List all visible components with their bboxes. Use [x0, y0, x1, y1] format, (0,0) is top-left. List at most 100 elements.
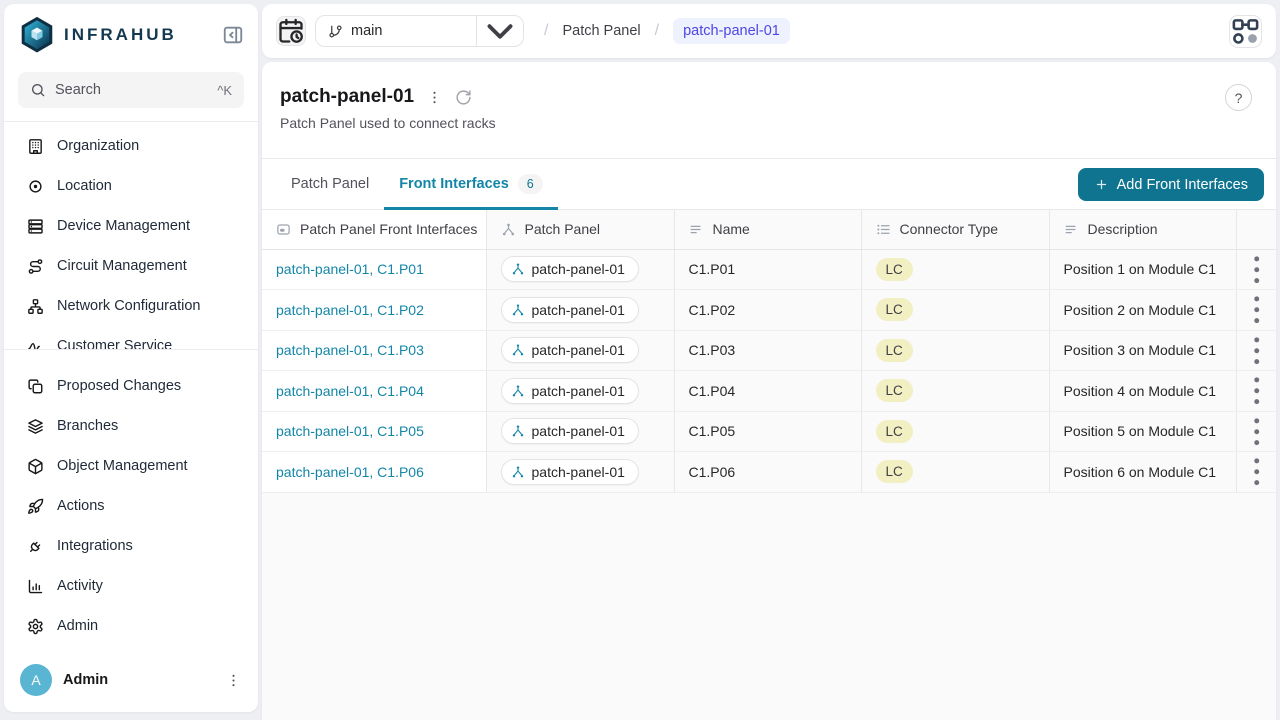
- rocket-icon: [27, 498, 44, 515]
- hierarchy-icon: [511, 262, 525, 276]
- sidebar-item-organization[interactable]: Organization: [18, 126, 244, 166]
- search-placeholder: Search: [55, 82, 208, 98]
- patch-panel-chip[interactable]: patch-panel-01: [501, 418, 639, 444]
- front-interface-link[interactable]: patch-panel-01, C1.P03: [276, 342, 424, 358]
- branch-dropdown-toggle[interactable]: [476, 16, 523, 46]
- layers-icon: [27, 418, 44, 435]
- tab-bar: Patch Panel Front Interfaces 6 Add Front…: [262, 159, 1276, 210]
- breadcrumb-object[interactable]: patch-panel-01: [673, 18, 790, 44]
- user-name: Admin: [63, 672, 214, 688]
- patch-panel-chip[interactable]: patch-panel-01: [501, 337, 639, 363]
- plug-icon: [27, 538, 44, 555]
- row-menu-button[interactable]: [1237, 250, 1277, 290]
- branch-selector[interactable]: main: [315, 15, 524, 47]
- row-menu-button[interactable]: [1237, 290, 1277, 330]
- patch-panel-chip-label: patch-panel-01: [532, 302, 625, 318]
- front-interface-link[interactable]: patch-panel-01, C1.P02: [276, 302, 424, 318]
- front-interface-link[interactable]: patch-panel-01, C1.P05: [276, 423, 424, 439]
- sidebar-item-actions[interactable]: Actions: [18, 486, 244, 526]
- front-interface-link[interactable]: patch-panel-01, C1.P06: [276, 464, 424, 480]
- description-cell: Position 2 on Module C1: [1064, 302, 1217, 318]
- patch-panel-chip[interactable]: patch-panel-01: [501, 459, 639, 485]
- sidebar-item-label: Object Management: [57, 458, 188, 474]
- front-interface-link[interactable]: patch-panel-01, C1.P01: [276, 261, 424, 277]
- tab-patch-panel[interactable]: Patch Panel: [276, 159, 384, 209]
- branch-current[interactable]: main: [316, 16, 476, 46]
- search-input[interactable]: Search ^K: [18, 72, 244, 108]
- user-menu[interactable]: A Admin: [4, 654, 258, 712]
- front-interface-link[interactable]: patch-panel-01, C1.P04: [276, 383, 424, 399]
- connector-type-badge: LC: [876, 379, 913, 402]
- help-button[interactable]: ?: [1225, 84, 1252, 111]
- row-menu-button[interactable]: [1237, 412, 1277, 452]
- add-button-label: Add Front Interfaces: [1117, 177, 1248, 193]
- hierarchy-icon: [511, 424, 525, 438]
- description-cell: Position 6 on Module C1: [1064, 464, 1217, 480]
- sidebar-item-circuit-management[interactable]: Circuit Management: [18, 246, 244, 286]
- search-icon: [30, 82, 46, 98]
- sidebar-item-proposed-changes[interactable]: Proposed Changes: [18, 366, 244, 406]
- text-lines-icon: [689, 222, 704, 237]
- sidebar-item-label: Location: [57, 178, 112, 194]
- sidebar-item-network-configuration[interactable]: Network Configuration: [18, 286, 244, 326]
- patch-panel-chip[interactable]: patch-panel-01: [501, 297, 639, 323]
- table-row: patch-panel-01, C1.P06 patch-panel-01 C1.P…: [262, 452, 1276, 493]
- column-header-front-interfaces[interactable]: Patch Panel Front Interfaces: [262, 210, 486, 249]
- connector-type-badge: LC: [876, 420, 913, 443]
- sidebar-item-location[interactable]: Location: [18, 166, 244, 206]
- brand-name: INFRAHUB: [64, 25, 222, 45]
- plus-icon: [1094, 177, 1109, 192]
- tab-front-interfaces[interactable]: Front Interfaces 6: [384, 159, 558, 209]
- object-menu-button[interactable]: [426, 89, 443, 106]
- diff-icon: [27, 378, 44, 395]
- hierarchy-icon: [511, 343, 525, 357]
- kebab-icon: [1237, 371, 1277, 411]
- sidebar-item-device-management[interactable]: Device Management: [18, 206, 244, 246]
- connector-type-badge: LC: [876, 258, 913, 281]
- chart-icon: [27, 578, 44, 595]
- topbar: main / Patch Panel / patch-panel-01: [262, 4, 1276, 58]
- column-header-connector-type[interactable]: Connector Type: [861, 210, 1049, 249]
- patch-panel-chip[interactable]: patch-panel-01: [501, 256, 639, 282]
- time-travel-button[interactable]: [276, 16, 306, 46]
- patch-panel-chip-label: patch-panel-01: [532, 342, 625, 358]
- row-menu-button[interactable]: [1237, 331, 1277, 371]
- refresh-button[interactable]: [455, 89, 472, 106]
- sidebar-item-integrations[interactable]: Integrations: [18, 526, 244, 566]
- description-cell: Position 4 on Module C1: [1064, 383, 1217, 399]
- row-menu-button[interactable]: [1237, 452, 1277, 492]
- sidebar-menu-primary: Organization Location Device ManagementCir…: [4, 121, 258, 350]
- page-title: patch-panel-01: [280, 86, 414, 108]
- description-cell: Position 1 on Module C1: [1064, 261, 1217, 277]
- sidebar-item-label: Integrations: [57, 538, 133, 554]
- sidebar-item-object-management[interactable]: Object Management: [18, 446, 244, 486]
- schema-visualizer-button[interactable]: [1229, 15, 1262, 48]
- sidebar-item-label: Branches: [57, 418, 118, 434]
- connector-type-badge: LC: [876, 460, 913, 483]
- add-front-interfaces-button[interactable]: Add Front Interfaces: [1078, 168, 1264, 201]
- column-header-patch-panel[interactable]: Patch Panel: [486, 210, 674, 249]
- column-header-description[interactable]: Description: [1049, 210, 1236, 249]
- user-menu-button[interactable]: [225, 672, 242, 689]
- calendar-clock-icon: [277, 17, 305, 45]
- kebab-icon: [1237, 250, 1277, 290]
- sidebar-item-admin[interactable]: Admin: [18, 606, 244, 646]
- patch-panel-chip[interactable]: patch-panel-01: [501, 378, 639, 404]
- card-icon: [276, 222, 291, 237]
- sidebar-item-customer-service[interactable]: Customer Service: [18, 326, 244, 350]
- sidebar-item-label: Activity: [57, 578, 103, 594]
- name-cell: C1.P05: [689, 423, 736, 439]
- breadcrumb-section[interactable]: Patch Panel: [562, 23, 640, 39]
- brand-header: INFRAHUB: [4, 4, 258, 60]
- tab-count-badge: 6: [518, 174, 543, 194]
- front-interfaces-table: Patch Panel Front Interfaces Patch Panel…: [262, 210, 1276, 720]
- collapse-sidebar-button[interactable]: [222, 24, 244, 46]
- sidebar-item-branches[interactable]: Branches: [18, 406, 244, 446]
- column-header-name[interactable]: Name: [674, 210, 861, 249]
- row-menu-button[interactable]: [1237, 371, 1277, 411]
- kebab-icon: [1237, 412, 1277, 452]
- patch-panel-chip-label: patch-panel-01: [532, 464, 625, 480]
- name-cell: C1.P06: [689, 464, 736, 480]
- sidebar-item-activity[interactable]: Activity: [18, 566, 244, 606]
- patch-panel-chip-label: patch-panel-01: [532, 383, 625, 399]
